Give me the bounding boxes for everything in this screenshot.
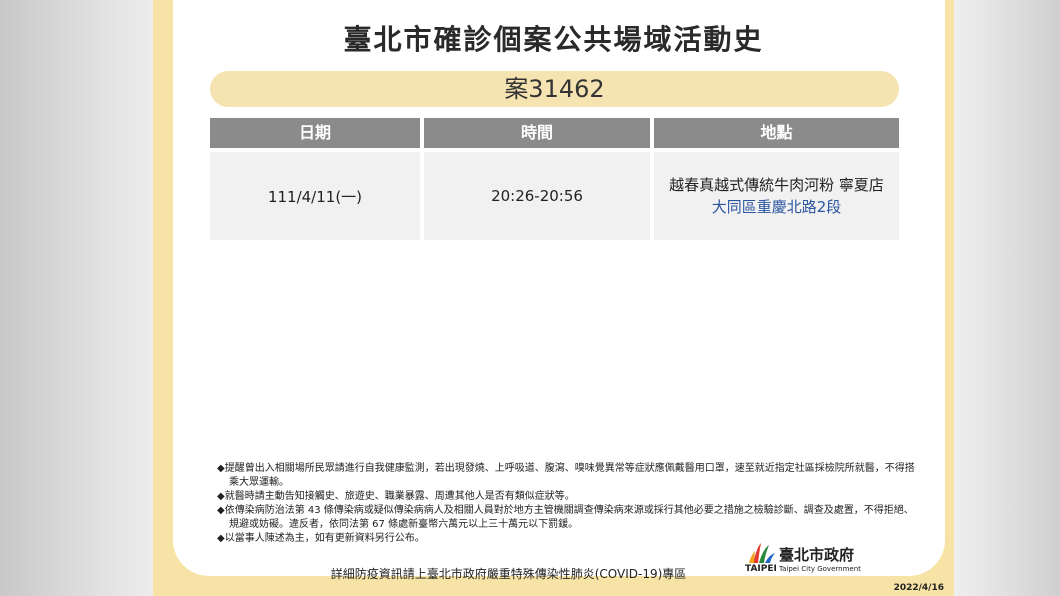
location-address: 大同區重慶北路2段 (711, 198, 842, 216)
left-backdrop (0, 0, 153, 596)
case-label: 案31462 (210, 71, 899, 107)
header-location: 地點 (654, 118, 899, 148)
page-title: 臺北市確診個案公共場域活動史 (343, 23, 764, 56)
header-time: 時間 (424, 118, 650, 148)
taipei-logo: 臺北市政府 TAIPEI Taipei City Government (745, 541, 865, 575)
note-item: ◆就醫時請主動告知接觸史、旅遊史、職業暴露、周遭其他人是否有類似症狀等。 (217, 491, 575, 502)
note-item: ◆提醒曾出入相關場所民眾請進行自我健康監測，若出現發燒、上呼吸道、腹瀉、嗅味覺異… (217, 463, 915, 488)
logo-name: 臺北市政府 (779, 546, 855, 564)
logo-subtitle: Taipei City Government (779, 565, 861, 573)
cell-date: 111/4/11(一) (210, 152, 420, 240)
note-item: ◆依傳染病防治法第 43 條傳染病或疑似傳染病病人及相關人員對於地方主管機關調查… (217, 505, 914, 530)
cell-location: 越春真越式傳統牛肉河粉 寧夏店 大同區重慶北路2段 (654, 152, 899, 240)
time-value: 20:26-20:56 (491, 187, 583, 205)
notes-list: ◆提醒曾出入相關場所民眾請進行自我健康監測，若出現發燒、上呼吸道、腹瀉、嗅味覺異… (217, 462, 917, 546)
cell-time: 20:26-20:56 (424, 152, 650, 240)
right-backdrop (954, 0, 1060, 596)
header-date: 日期 (210, 118, 420, 148)
logo-wordmark: TAIPEI (745, 564, 777, 574)
notice-frame: 臺北市確診個案公共場域活動史 案31462 日期 時間 地點 111/4/11(… (153, 0, 954, 596)
publish-date: 2022/4/16 (893, 583, 944, 593)
date-value: 111/4/11(一) (267, 187, 363, 206)
location-name: 越春真越式傳統牛肉河粉 寧夏店 (669, 176, 884, 194)
